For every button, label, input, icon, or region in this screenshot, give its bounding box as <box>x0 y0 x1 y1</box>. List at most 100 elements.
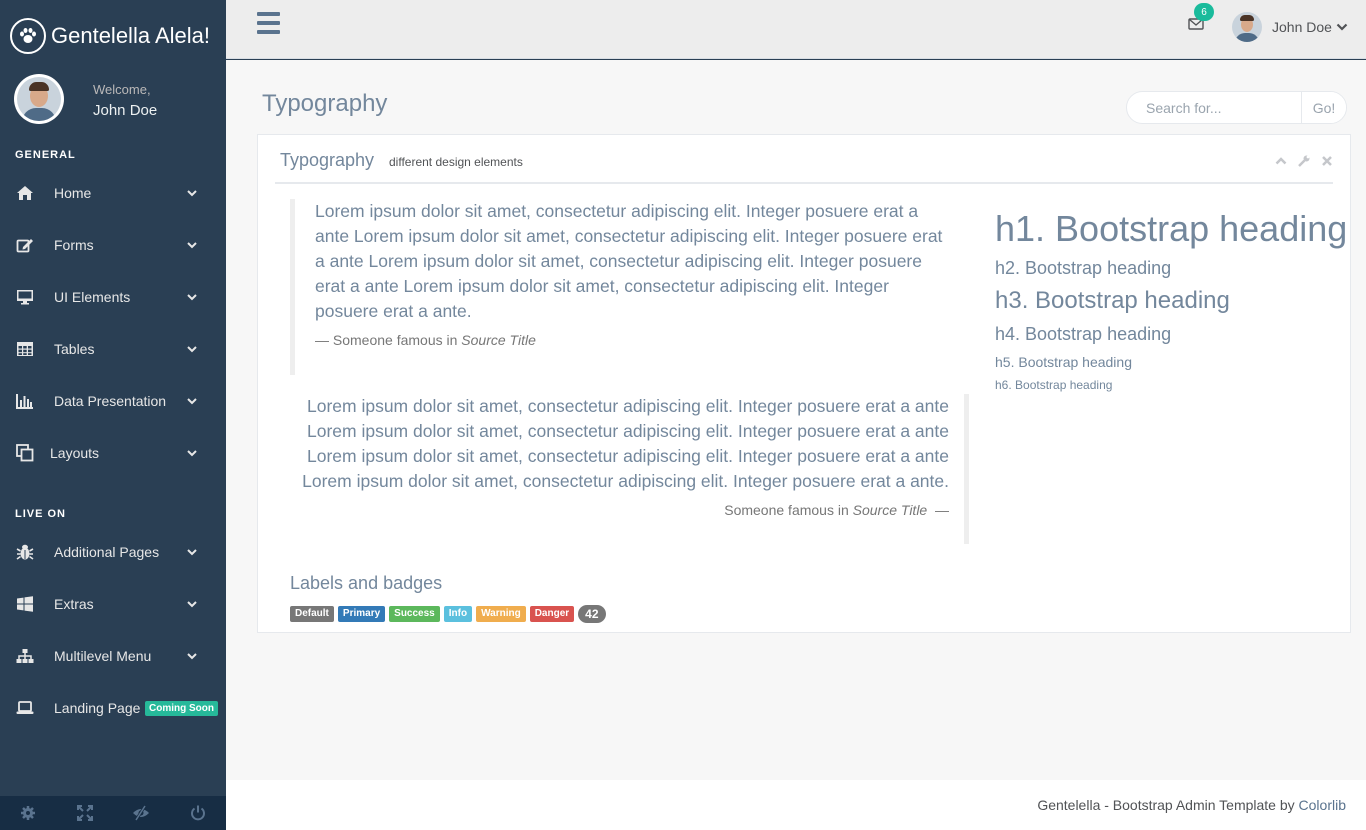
sidebar-item-label: Layouts <box>50 445 100 461</box>
chevron-down-icon <box>187 601 197 608</box>
welcome-text: Welcome, <box>93 82 151 97</box>
sidebar-item-home[interactable]: Home <box>0 173 226 213</box>
sidebar-item-label: Extras <box>54 596 94 612</box>
label-success: Success <box>389 606 440 622</box>
windows-icon <box>15 594 35 614</box>
brand-title: Gentelella Alela! <box>51 23 210 48</box>
label-danger: Danger <box>529 606 575 622</box>
sitemap-icon <box>15 646 35 666</box>
paw-icon <box>10 18 46 54</box>
chevron-down-icon <box>187 190 197 197</box>
chevron-down-icon <box>187 294 197 301</box>
chevron-down-icon <box>187 653 197 660</box>
search-input[interactable] <box>1146 99 1296 116</box>
settings-icon[interactable] <box>0 796 57 830</box>
blockquote-text: Lorem ipsum dolor sit amet, consectetur … <box>315 201 943 321</box>
source-title: Source Title <box>852 502 928 518</box>
profile: Welcome, John Doe <box>14 74 157 124</box>
heading-h4: h4. Bootstrap heading <box>995 324 1172 344</box>
desktop-icon <box>15 287 35 307</box>
blockquote-reverse: Lorem ipsum dolor sit amet, consectetur … <box>290 394 969 544</box>
page-title: Typography <box>262 90 388 117</box>
blockquote-left: Lorem ipsum dolor sit amet, consectetur … <box>290 199 950 375</box>
label-default: Default <box>290 606 334 622</box>
sidebar-item-label: Tables <box>54 341 95 357</box>
heading-h1: h1. Bootstrap heading <box>995 208 1348 249</box>
eye-slash-icon[interactable] <box>113 796 170 830</box>
sidebar-item-label: Multilevel Menu <box>54 648 152 664</box>
avatar <box>1232 12 1262 42</box>
headings-list: h1. Bootstrap heading h2. Bootstrap head… <box>995 209 1347 392</box>
profile-name: John Doe <box>93 102 158 119</box>
search-group: Go! <box>1126 91 1347 124</box>
sidebar-item-label: Landing Page <box>54 700 141 716</box>
table-icon <box>15 339 35 359</box>
labels-row: Default Primary Success Info Warning Dan… <box>290 605 606 623</box>
typography-panel: Typography different design elements Lor… <box>257 134 1351 633</box>
fullscreen-icon[interactable] <box>57 796 114 830</box>
page-footer: Gentelella - Bootstrap Admin Template by… <box>226 780 1366 830</box>
panel-subtitle: different design elements <box>389 155 523 169</box>
notification-badge: 6 <box>1194 3 1214 21</box>
labels-title: Labels and badges <box>290 573 443 593</box>
sidebar-item-layouts[interactable]: Layouts <box>0 433 226 473</box>
sidebar: Gentelella Alela! Welcome, John Doe GENE… <box>0 0 226 830</box>
power-icon[interactable] <box>170 796 227 830</box>
bug-icon <box>15 542 35 562</box>
sidebar-item-label: Additional Pages <box>54 544 160 560</box>
coming-soon-badge: Coming Soon <box>145 700 218 716</box>
blockquote-footer: Someone famous in Source Title — <box>724 502 949 518</box>
chevron-up-icon[interactable] <box>1275 154 1287 166</box>
user-name: John Doe <box>1272 19 1332 35</box>
section-title-general: GENERAL <box>15 149 76 161</box>
menu-toggle-icon[interactable] <box>257 12 280 34</box>
user-menu[interactable]: John Doe <box>1232 12 1348 42</box>
section-title-live-on: LIVE ON <box>15 508 67 520</box>
chevron-down-icon <box>187 450 197 457</box>
sidebar-item-extras[interactable]: Extras <box>0 584 226 624</box>
blockquote-footer: — Someone famous in Source Title <box>315 332 536 348</box>
sidebar-item-forms[interactable]: Forms <box>0 225 226 265</box>
source-title: Source Title <box>461 332 536 348</box>
chevron-down-icon <box>187 242 197 249</box>
sidebar-item-tables[interactable]: Tables <box>0 329 226 369</box>
chevron-down-icon <box>1336 23 1348 31</box>
panel-title: Typography <box>280 150 375 170</box>
bar-chart-icon <box>15 391 35 411</box>
label-primary: Primary <box>337 606 386 622</box>
sidebar-footer <box>0 796 226 830</box>
panel-header: Typography different design elements <box>275 135 1333 184</box>
panel-tools <box>1264 154 1333 167</box>
laptop-icon <box>15 698 35 718</box>
sidebar-item-landing-page[interactable]: Landing Page Coming Soon <box>0 688 226 728</box>
label-info: Info <box>443 606 473 622</box>
wrench-icon[interactable] <box>1298 154 1310 167</box>
home-icon <box>15 183 35 203</box>
sidebar-item-ui-elements[interactable]: UI Elements <box>0 277 226 317</box>
top-navigation: 6 John Doe <box>226 0 1366 59</box>
search-go-button[interactable]: Go! <box>1301 92 1346 123</box>
colorlib-link[interactable]: Colorlib <box>1299 797 1346 813</box>
heading-h2: h2. Bootstrap heading <box>995 258 1172 278</box>
chevron-down-icon <box>187 346 197 353</box>
heading-h3: h3. Bootstrap heading <box>995 287 1230 314</box>
chevron-down-icon <box>187 549 197 556</box>
sidebar-item-label: Home <box>54 185 92 201</box>
close-icon[interactable] <box>1321 154 1333 166</box>
sidebar-item-additional-pages[interactable]: Additional Pages <box>0 532 226 572</box>
clone-icon <box>15 443 35 463</box>
blockquote-text: Lorem ipsum dolor sit amet, consectetur … <box>302 396 949 491</box>
brand[interactable]: Gentelella Alela! <box>10 18 210 54</box>
chevron-down-icon <box>187 398 197 405</box>
footer-text: Gentelella - Bootstrap Admin Template by… <box>1037 797 1346 813</box>
sidebar-item-data-presentation[interactable]: Data Presentation <box>0 381 226 421</box>
main-content: Typography Go! Typography different desi… <box>226 60 1366 780</box>
sidebar-item-label: Data Presentation <box>54 393 167 409</box>
avatar <box>14 74 64 124</box>
label-warning: Warning <box>476 606 526 622</box>
sidebar-item-label: UI Elements <box>54 289 131 305</box>
heading-h5: h5. Bootstrap heading <box>995 354 1132 370</box>
sidebar-item-label: Forms <box>54 237 94 253</box>
sidebar-item-multilevel-menu[interactable]: Multilevel Menu <box>0 636 226 676</box>
heading-h6: h6. Bootstrap heading <box>995 378 1113 392</box>
